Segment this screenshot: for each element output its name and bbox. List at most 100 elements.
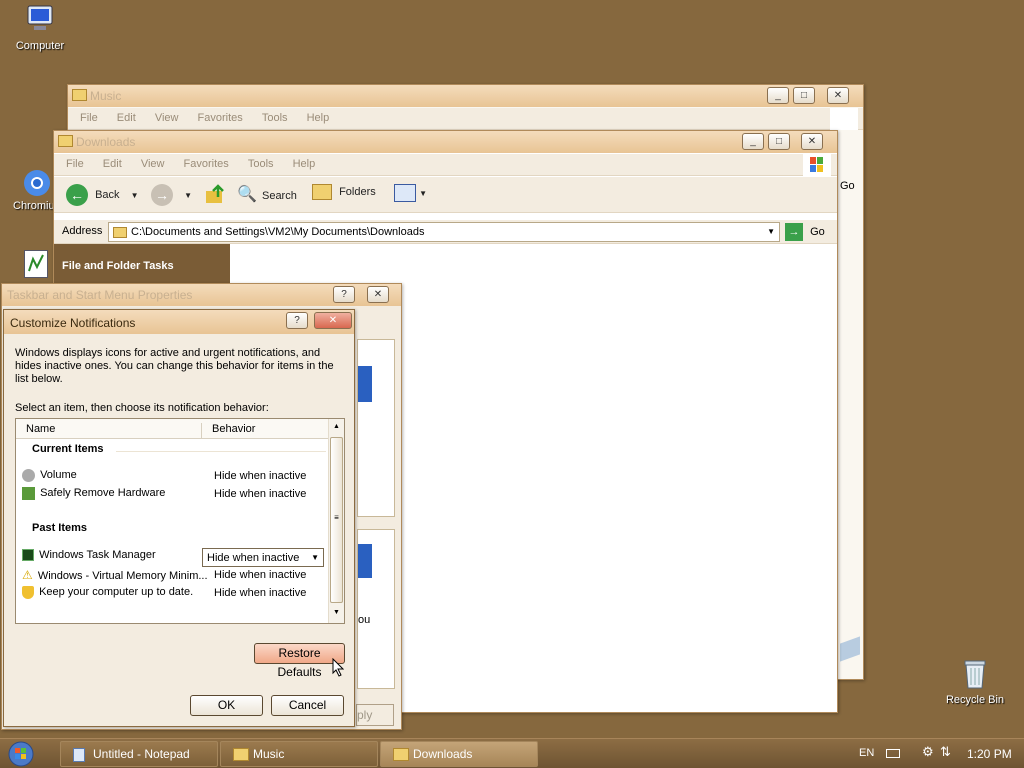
taskbar-item-notepad[interactable]: Untitled - Notepad xyxy=(60,741,218,767)
minimize-button[interactable]: _ xyxy=(742,133,764,150)
behavior-select-value: Hide when inactive xyxy=(207,552,300,564)
column-name[interactable]: Name xyxy=(26,423,202,439)
customize-title: Customize Notifications xyxy=(10,316,136,330)
music-art-partial xyxy=(840,636,860,662)
search-icon: 🔍 xyxy=(237,186,257,203)
header-divider xyxy=(116,451,326,452)
folders-icon xyxy=(312,184,332,200)
list-scrollbar[interactable]: ▲ ≡ ▼ xyxy=(328,419,344,623)
folder-icon xyxy=(113,227,127,238)
cancel-button[interactable]: Cancel xyxy=(271,695,344,716)
clock[interactable]: 1:20 PM xyxy=(967,747,1012,761)
menu-tools[interactable]: Tools xyxy=(248,158,274,170)
maximize-button[interactable]: □ xyxy=(768,133,790,150)
menu-view[interactable]: View xyxy=(141,158,165,170)
views-button[interactable]: ▼ xyxy=(394,184,427,202)
help-button[interactable]: ? xyxy=(333,286,355,303)
partial-text: ou xyxy=(358,614,371,626)
item-behavior: Hide when inactive xyxy=(214,488,307,500)
menu-tools[interactable]: Tools xyxy=(262,112,288,124)
taskbar-item-downloads[interactable]: Downloads xyxy=(380,741,538,767)
close-button[interactable]: ✕ xyxy=(367,286,389,303)
desktop-icon-chromium[interactable]: Chromium xyxy=(0,168,60,212)
minimize-button[interactable]: _ xyxy=(767,87,789,104)
menu-favorites[interactable]: Favorites xyxy=(198,112,243,124)
folders-button[interactable]: Folders xyxy=(312,184,376,200)
desktop-icon-recycle-bin[interactable]: Recycle Bin xyxy=(935,658,1015,706)
scroll-thumb[interactable]: ≡ xyxy=(330,437,343,603)
start-button[interactable] xyxy=(6,740,44,768)
search-label: Search xyxy=(261,190,297,202)
tray-tools-icon[interactable]: ⚙ xyxy=(922,744,934,760)
column-behavior[interactable]: Behavior xyxy=(212,423,255,435)
list-item-virtual-memory[interactable]: ⚠ Windows - Virtual Memory Minim... Hide… xyxy=(22,568,332,584)
tray-network-icon[interactable]: ⇅ xyxy=(940,744,951,760)
tasks-header[interactable]: File and Folder Tasks xyxy=(54,244,230,272)
scroll-up-icon[interactable]: ▲ xyxy=(329,419,344,435)
list-item-update[interactable]: Keep your computer up to date. Hide when… xyxy=(22,586,332,602)
taskbar-item-music[interactable]: Music xyxy=(220,741,378,767)
folder-up-icon xyxy=(206,184,224,203)
back-button[interactable]: ← Back ▼ xyxy=(66,184,139,206)
help-button[interactable]: ? xyxy=(286,312,308,329)
list-item-task-manager[interactable]: Windows Task Manager Hide when inactive … xyxy=(22,548,332,567)
keyboard-icon[interactable] xyxy=(886,749,900,758)
list-item-volume[interactable]: Volume Hide when inactive xyxy=(22,469,332,485)
maximize-button[interactable]: □ xyxy=(793,87,815,104)
item-name: Volume xyxy=(40,469,77,482)
close-button[interactable]: ✕ xyxy=(314,312,352,329)
taskbar-properties-title: Taskbar and Start Menu Properties xyxy=(7,288,193,302)
customize-notifications-dialog[interactable]: Customize Notifications ? ✕ Windows disp… xyxy=(3,309,355,727)
go-arrow-icon: → xyxy=(785,223,803,241)
windows-logo-icon xyxy=(830,108,858,130)
menu-help[interactable]: Help xyxy=(307,112,330,124)
downloads-title: Downloads xyxy=(76,135,136,149)
menu-edit[interactable]: Edit xyxy=(103,158,122,170)
apply-button[interactable]: ply xyxy=(356,704,394,726)
behavior-select[interactable]: Hide when inactive ▼ xyxy=(202,548,324,567)
downloads-titlebar[interactable]: Downloads _ □ ✕ xyxy=(54,131,837,153)
music-menubar: File Edit View Favorites Tools Help xyxy=(68,108,863,130)
past-items-header: Past Items xyxy=(32,522,88,534)
ok-button[interactable]: OK xyxy=(190,695,263,716)
item-behavior: Hide when inactive xyxy=(214,569,307,581)
address-input[interactable]: C:\Documents and Settings\VM2\My Documen… xyxy=(108,222,780,242)
chevron-down-icon[interactable]: ▼ xyxy=(767,227,775,236)
menu-favorites[interactable]: Favorites xyxy=(184,158,229,170)
chromium-icon xyxy=(24,170,50,196)
music-title: Music xyxy=(90,89,122,103)
close-button[interactable]: ✕ xyxy=(827,87,849,104)
desktop-shortcut-icon[interactable] xyxy=(24,250,48,278)
menu-file[interactable]: File xyxy=(80,112,98,124)
computer-label: Computer xyxy=(15,40,65,52)
search-button[interactable]: 🔍 Search xyxy=(237,184,297,204)
item-name: Keep your computer up to date. xyxy=(39,586,194,599)
item-name: Safely Remove Hardware xyxy=(40,487,166,500)
folder-icon xyxy=(233,748,249,761)
downloads-menubar: File Edit View Favorites Tools Help xyxy=(54,154,837,176)
speaker-icon xyxy=(22,469,35,482)
notification-list[interactable]: Name Behavior Current Items Volume Hide … xyxy=(15,418,345,624)
menu-view[interactable]: View xyxy=(155,112,179,124)
menu-help[interactable]: Help xyxy=(293,158,316,170)
menu-file[interactable]: File xyxy=(66,158,84,170)
language-indicator[interactable]: EN xyxy=(859,747,874,759)
taskbar-properties-titlebar[interactable]: Taskbar and Start Menu Properties ? ✕ xyxy=(2,284,401,306)
address-label: Address xyxy=(62,225,103,237)
apply-label: ply xyxy=(357,708,373,722)
menu-edit[interactable]: Edit xyxy=(117,112,136,124)
folder-icon xyxy=(58,135,73,147)
customize-titlebar[interactable]: Customize Notifications ? ✕ xyxy=(4,310,354,334)
scroll-down-icon[interactable]: ▼ xyxy=(329,605,344,621)
desktop-icon-computer[interactable]: Computer xyxy=(0,2,80,52)
views-icon xyxy=(394,184,416,202)
forward-button[interactable]: → ▼ xyxy=(151,184,192,206)
music-titlebar[interactable]: Music _ □ ✕ xyxy=(68,85,863,107)
close-button[interactable]: ✕ xyxy=(801,133,823,150)
preview-panel-top xyxy=(357,339,395,517)
go-button[interactable]: → Go xyxy=(785,223,825,241)
computer-icon xyxy=(27,5,53,30)
notepad-icon xyxy=(73,748,85,762)
list-item-safely-remove[interactable]: Safely Remove Hardware Hide when inactiv… xyxy=(22,487,332,503)
up-folder-button[interactable] xyxy=(204,183,226,208)
